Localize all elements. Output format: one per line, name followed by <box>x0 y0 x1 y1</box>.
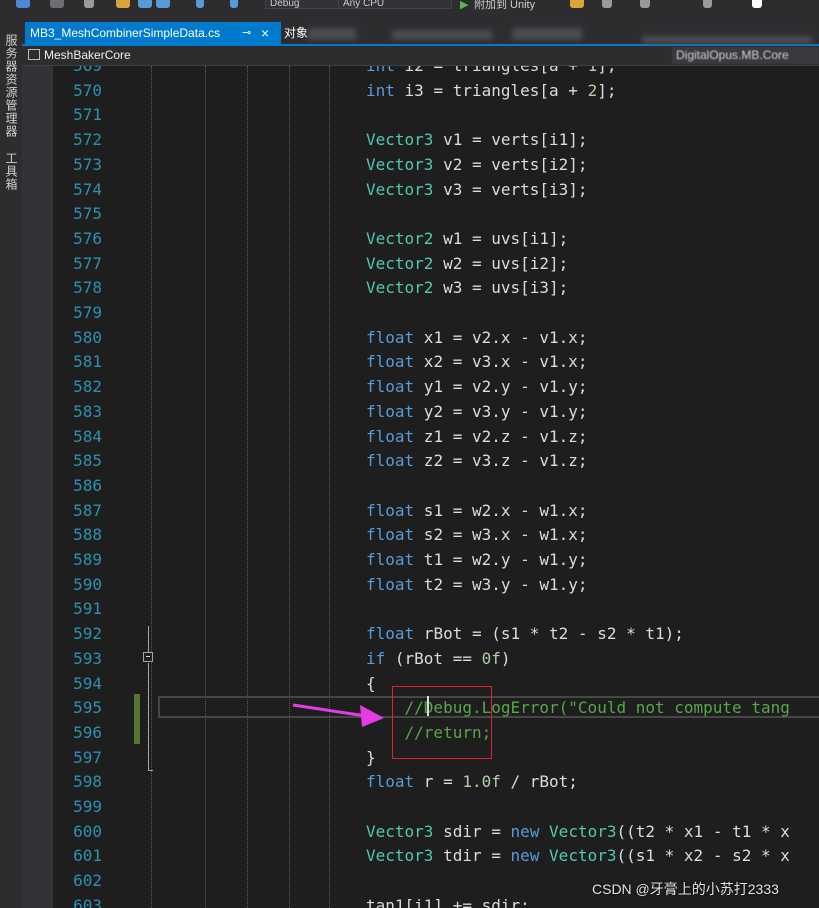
arrow-head-icon <box>360 705 384 727</box>
watermark: CSDN @牙膏上的小苏打2333 <box>592 881 779 897</box>
arrow-shaft <box>292 703 367 718</box>
annotation-arrow <box>292 703 384 727</box>
